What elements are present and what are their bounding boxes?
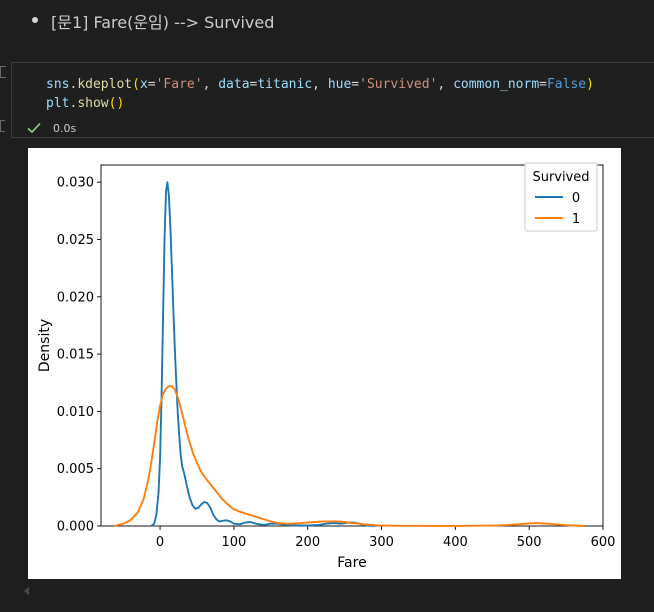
code-token: data — [218, 77, 250, 92]
y-tick-label: 0.030 — [57, 176, 94, 191]
code-token: plt — [46, 96, 70, 111]
code-token: hue — [327, 77, 352, 92]
x-tick-label: 0 — [156, 535, 164, 550]
code-line-1[interactable]: sns.kdeplot(x='Fare', data=titanic, hue=… — [46, 77, 594, 92]
code-token: titanic — [257, 77, 313, 92]
code-token: 'Survived' — [359, 77, 438, 92]
code-cell[interactable]: sns.kdeplot(x='Fare', data=titanic, hue=… — [11, 62, 654, 138]
x-tick-label: 200 — [295, 535, 320, 550]
y-tick-label: 0.005 — [57, 462, 94, 477]
code-token: , — [437, 77, 454, 92]
code-token: sns — [46, 77, 70, 92]
series-line-0 — [150, 181, 375, 527]
code-token: , — [312, 77, 328, 92]
code-token: = — [147, 77, 156, 92]
y-axis-label: Density — [37, 319, 53, 372]
y-tick-label: 0.020 — [57, 290, 94, 305]
x-tick-label: 600 — [591, 535, 616, 550]
x-tick-label: 400 — [443, 535, 468, 550]
y-axis-ticks: 0.000 0.005 0.010 0.015 0.020 0.025 0.030 — [57, 176, 101, 535]
y-tick-label: 0.015 — [57, 348, 94, 363]
bullet-icon — [32, 17, 38, 23]
code-line-2[interactable]: plt.show() — [46, 96, 124, 111]
y-tick-label: 0.025 — [57, 233, 94, 248]
x-axis-label: Fare — [337, 555, 366, 571]
x-tick-label: 500 — [517, 535, 542, 550]
x-tick-label: 100 — [221, 535, 246, 550]
x-axis-ticks: 0 100 200 300 400 500 600 — [156, 526, 615, 550]
legend: Survived 0 1 — [524, 162, 598, 232]
code-token: , — [202, 77, 219, 92]
code-token: ) — [586, 77, 594, 92]
y-tick-label: 0.000 — [57, 520, 94, 535]
x-tick-label: 300 — [369, 535, 394, 550]
legend-entry-label: 0 — [572, 191, 580, 206]
code-token: = — [539, 77, 547, 92]
code-token: common_norm — [453, 77, 540, 92]
code-token: ( — [132, 77, 140, 92]
output-collapse-bracket[interactable] — [0, 120, 5, 132]
execution-time: 0.0s — [53, 122, 77, 135]
legend-title: Survived — [532, 170, 589, 185]
legend-entry-label: 1 — [572, 212, 580, 227]
y-tick-label: 0.010 — [57, 405, 94, 420]
cell-output: 0.000 0.005 0.010 0.015 0.020 0.025 0.030 0 100… — [28, 148, 621, 579]
code-token: show — [77, 96, 109, 111]
code-token: = — [351, 77, 360, 92]
code-token: x — [139, 77, 148, 92]
series-lines — [114, 181, 585, 527]
series-line-1 — [114, 385, 585, 527]
code-token: 'Fare' — [155, 77, 203, 92]
code-token: () — [108, 96, 125, 111]
cell-collapse-bracket[interactable] — [0, 66, 6, 78]
code-token: kdeplot — [77, 77, 133, 92]
kde-plot-chart: 0.0000.0050.0100.0150.0200.0250.030 0 100… — [37, 162, 615, 571]
check-icon — [27, 122, 41, 134]
scroll-left-arrow-icon[interactable] — [24, 587, 29, 595]
markdown-cell: [문1] Fare(운임) --> Survived — [0, 0, 654, 48]
code-token: False — [546, 77, 587, 92]
markdown-bullet-text: [문1] Fare(운임) --> Survived — [51, 13, 275, 32]
